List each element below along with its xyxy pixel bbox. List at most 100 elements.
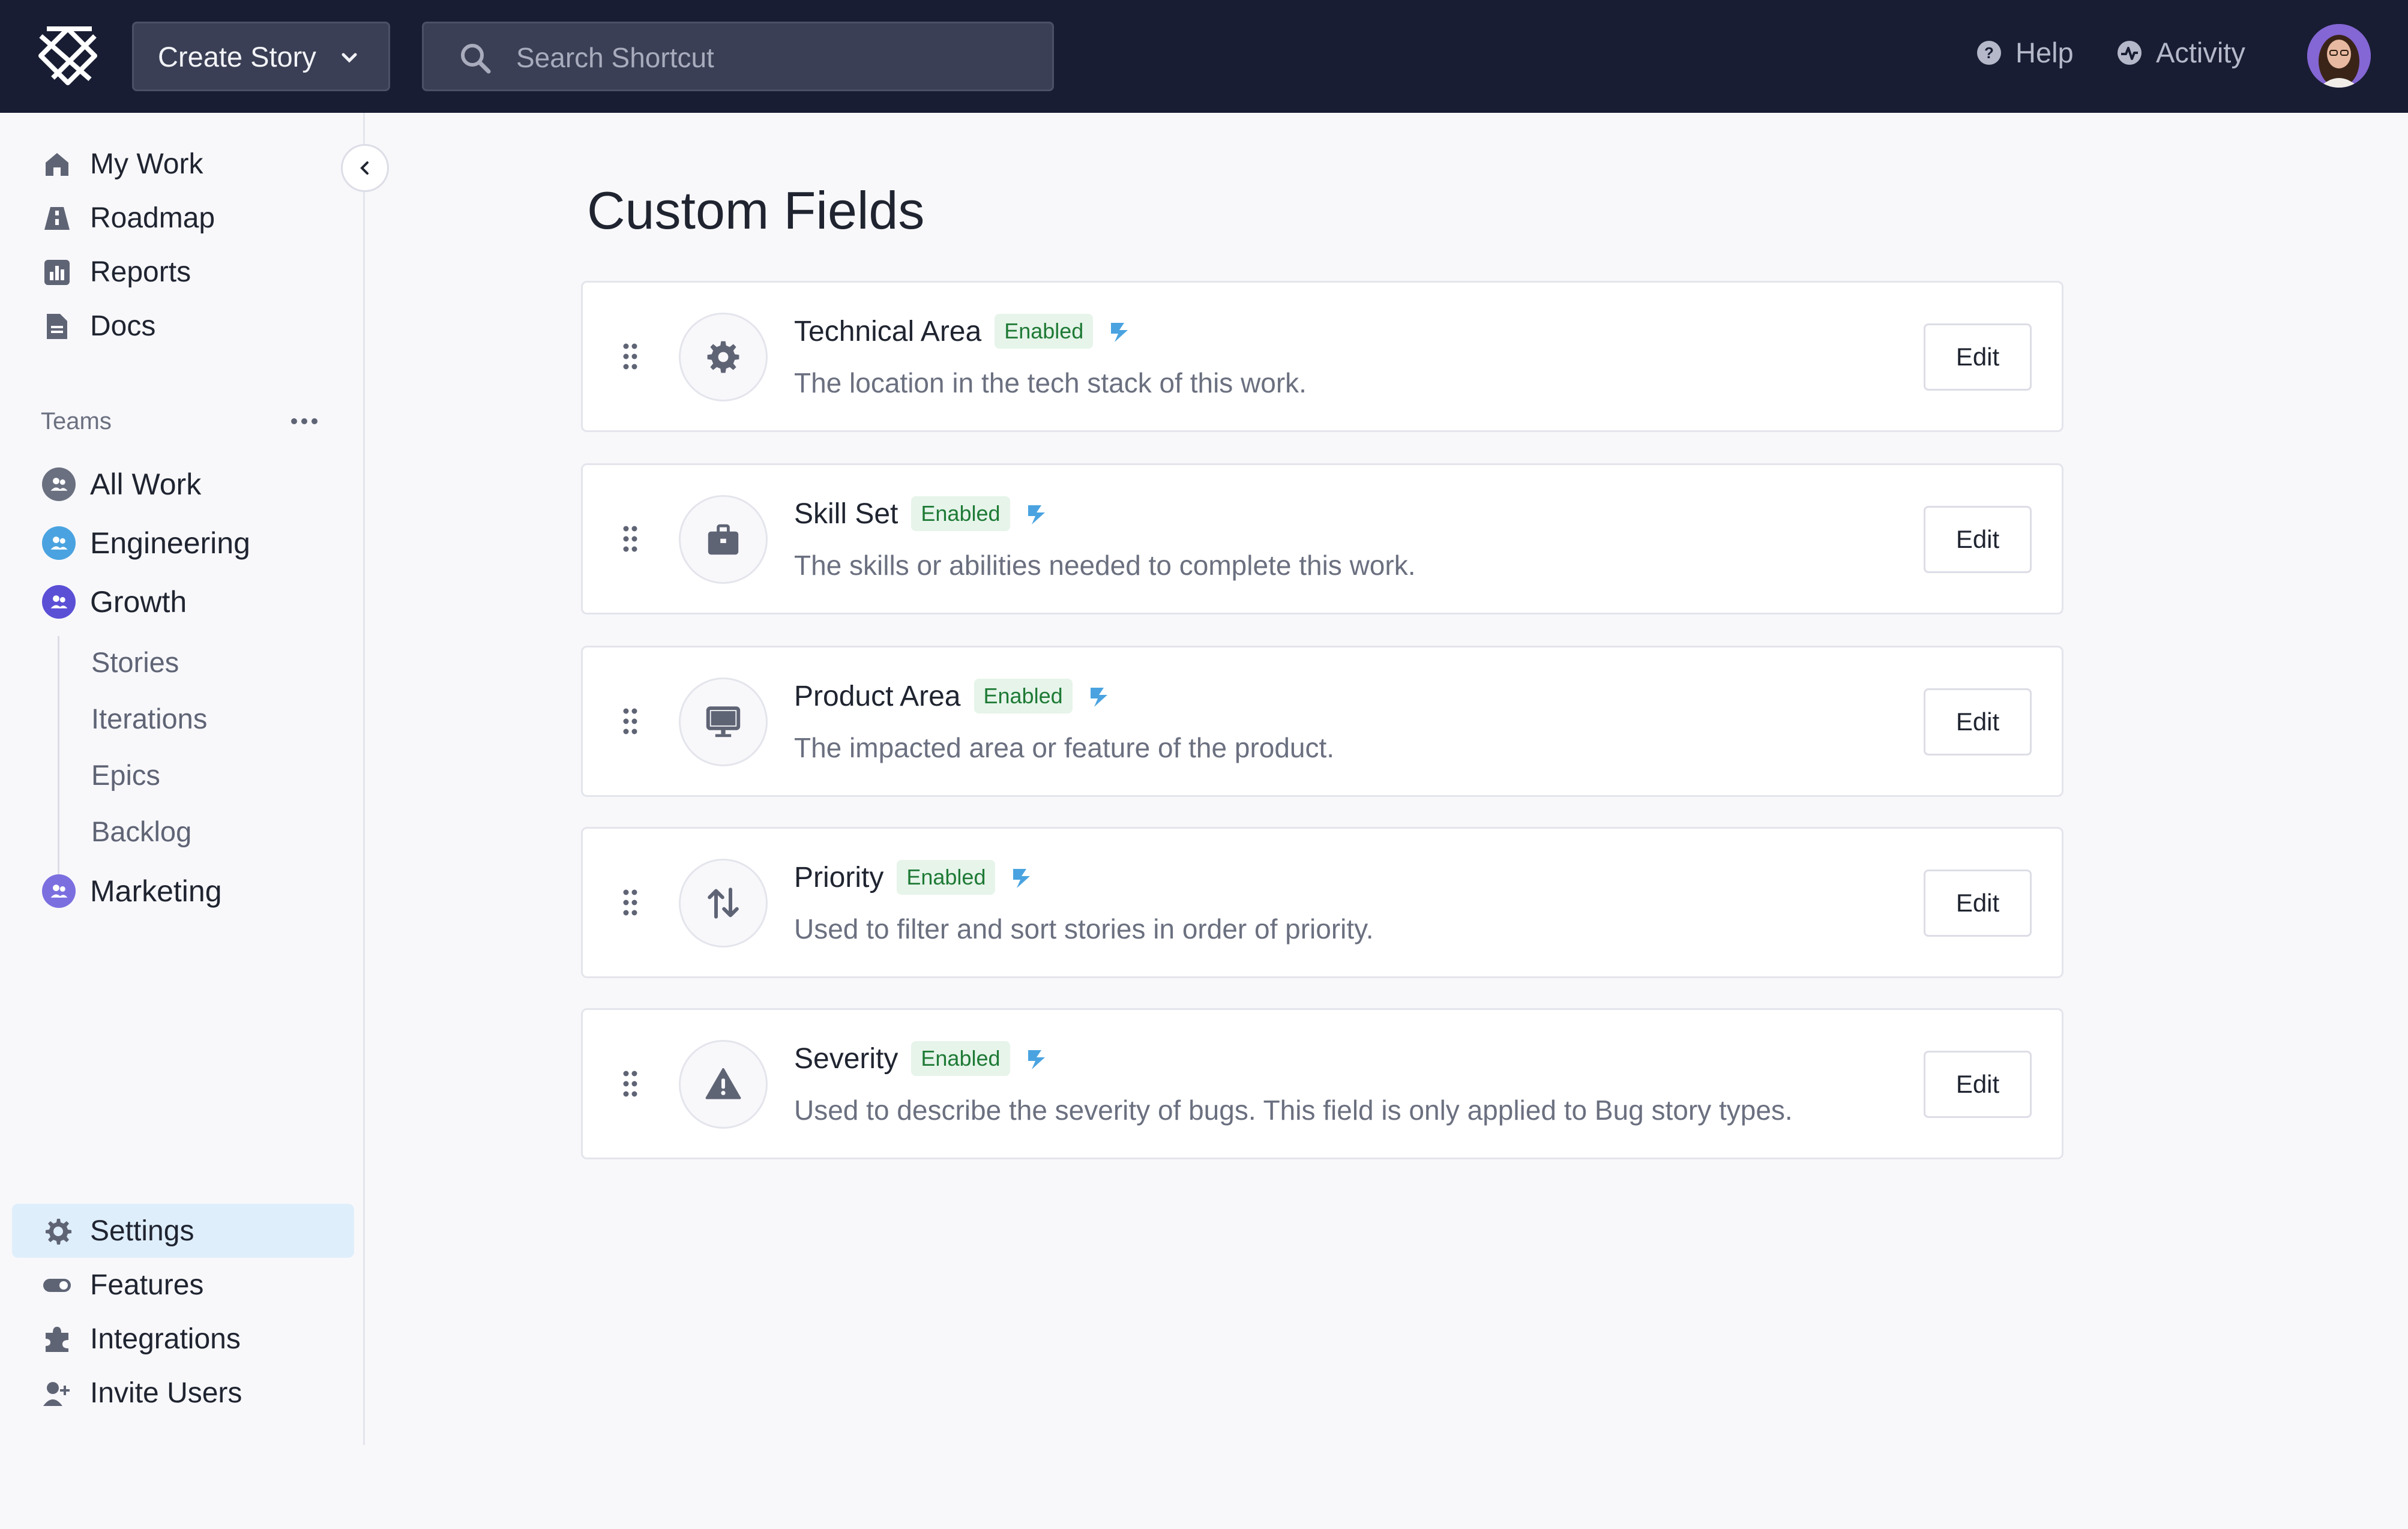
field-name: Skill Set xyxy=(794,497,898,530)
edit-button[interactable]: Edit xyxy=(1924,870,2032,937)
warning-icon xyxy=(705,1068,741,1099)
sidebar-item-label: Invite Users xyxy=(90,1377,242,1409)
field-icon-container xyxy=(679,495,768,584)
team-icon xyxy=(42,874,76,908)
shortcut-bolt-icon xyxy=(1028,505,1045,524)
edit-button[interactable]: Edit xyxy=(1924,1051,2032,1118)
sidebar-team-engineering[interactable]: Engineering xyxy=(42,526,250,560)
drag-handle-icon[interactable] xyxy=(621,706,639,736)
sidebar-item-my-work[interactable]: My Work xyxy=(42,148,203,181)
collapse-sidebar-button[interactable] xyxy=(341,144,389,192)
docs-icon xyxy=(47,313,67,339)
field-name: Product Area xyxy=(794,680,961,712)
shortcut-bolt-icon xyxy=(1028,1050,1045,1069)
drag-handle-icon[interactable] xyxy=(621,341,639,371)
sidebar-subitem-epics[interactable]: Epics xyxy=(91,758,160,792)
field-name-row: Skill Set Enabled xyxy=(794,496,1050,531)
custom-field-card: Skill Set Enabled The skills or abilitie… xyxy=(581,463,2063,614)
sidebar-item-integrations[interactable]: Integrations xyxy=(42,1323,241,1356)
sidebar-item-label: Integrations xyxy=(90,1323,241,1355)
shortcut-bolt-icon xyxy=(1013,869,1031,888)
gear-icon xyxy=(707,341,739,373)
shortcut-logo-icon[interactable] xyxy=(35,24,101,90)
create-story-label: Create Story xyxy=(158,40,316,73)
create-story-button[interactable]: Create Story xyxy=(132,22,390,91)
sidebar-team-all-work[interactable]: All Work xyxy=(42,467,201,502)
team-icon xyxy=(42,526,76,560)
status-badge: Enabled xyxy=(974,679,1073,713)
submenu-guide-line xyxy=(58,636,59,876)
status-badge: Enabled xyxy=(995,314,1094,349)
shortcut-bolt-icon xyxy=(1090,688,1107,707)
more-options-icon[interactable] xyxy=(289,414,319,428)
team-label: Marketing xyxy=(90,874,222,908)
user-avatar[interactable] xyxy=(2307,24,2371,88)
add-user-icon xyxy=(43,1381,70,1406)
status-badge: Enabled xyxy=(911,496,1010,531)
sidebar-item-label: Roadmap xyxy=(90,202,215,234)
sidebar-item-reports[interactable]: Reports xyxy=(42,256,191,289)
custom-field-card: Priority Enabled Used to filter and sort… xyxy=(581,827,2063,978)
search-input[interactable]: Search Shortcut xyxy=(422,22,1054,91)
sidebar-item-invite-users[interactable]: Invite Users xyxy=(42,1377,242,1410)
team-label: All Work xyxy=(90,467,202,501)
search-placeholder: Search Shortcut xyxy=(516,42,714,73)
sidebar-team-marketing[interactable]: Marketing xyxy=(42,874,222,909)
custom-field-card: Product Area Enabled The impacted area o… xyxy=(581,646,2063,797)
sidebar-item-label: Features xyxy=(90,1269,204,1301)
reports-icon xyxy=(44,259,70,285)
field-name: Technical Area xyxy=(794,315,982,347)
toggle-icon xyxy=(43,1278,71,1292)
drag-handle-icon[interactable] xyxy=(621,1069,639,1099)
sidebar-subitem-backlog[interactable]: Backlog xyxy=(91,815,191,848)
sidebar-item-label: Reports xyxy=(90,256,191,288)
field-icon-container xyxy=(679,677,768,766)
activity-label: Activity xyxy=(2156,37,2245,68)
drag-handle-icon[interactable] xyxy=(621,888,639,918)
teams-heading: Teams xyxy=(41,408,112,434)
briefcase-icon xyxy=(708,524,739,555)
sidebar-item-docs[interactable]: Docs xyxy=(42,310,155,343)
search-icon xyxy=(461,44,491,74)
field-name: Severity xyxy=(794,1042,898,1075)
sidebar-item-roadmap[interactable]: Roadmap xyxy=(42,202,215,235)
field-name-row: Priority Enabled xyxy=(794,860,1035,895)
edit-button[interactable]: Edit xyxy=(1924,323,2032,391)
help-icon: ? xyxy=(1977,40,2001,65)
edit-button[interactable]: Edit xyxy=(1924,506,2032,573)
monitor-icon xyxy=(706,706,741,737)
chevron-down-icon xyxy=(342,53,357,63)
field-icon-container xyxy=(679,313,768,401)
svg-text:?: ? xyxy=(1984,44,1994,62)
sidebar-item-features[interactable]: Features xyxy=(42,1269,203,1302)
home-icon xyxy=(46,152,68,176)
field-description: The location in the tech stack of this w… xyxy=(794,367,1307,398)
field-name-row: Technical Area Enabled xyxy=(794,314,1133,349)
sort-arrows-icon xyxy=(708,888,739,919)
team-label: Growth xyxy=(90,585,187,619)
roadmap-icon xyxy=(44,206,70,230)
sidebar-subitem-iterations[interactable]: Iterations xyxy=(91,702,207,735)
sidebar-item-label: My Work xyxy=(90,148,203,180)
page-title: Custom Fields xyxy=(587,181,925,240)
sidebar-team-growth[interactable]: Growth xyxy=(42,584,187,619)
edit-button[interactable]: Edit xyxy=(1924,688,2032,755)
field-name-row: Product Area Enabled xyxy=(794,679,1112,713)
help-link[interactable]: ? Help xyxy=(1976,36,2074,69)
sidebar-subitem-stories[interactable]: Stories xyxy=(91,646,179,679)
drag-handle-icon[interactable] xyxy=(621,524,639,554)
status-badge: Enabled xyxy=(911,1041,1010,1076)
chevron-left-icon xyxy=(360,161,369,175)
status-badge: Enabled xyxy=(897,860,996,895)
team-icon xyxy=(42,585,76,619)
field-description: Used to filter and sort stories in order… xyxy=(794,913,1374,945)
field-icon-container xyxy=(679,1040,768,1129)
field-description: The impacted area or feature of the prod… xyxy=(794,732,1335,763)
custom-field-card: Severity Enabled Used to describe the se… xyxy=(581,1008,2063,1159)
sidebar-item-settings[interactable]: Settings xyxy=(42,1215,194,1248)
field-description: Used to describe the severity of bugs. T… xyxy=(794,1095,1793,1126)
field-name: Priority xyxy=(794,861,884,894)
team-label: Engineering xyxy=(90,526,250,560)
activity-icon xyxy=(2118,40,2142,65)
activity-link[interactable]: Activity xyxy=(2116,36,2245,69)
